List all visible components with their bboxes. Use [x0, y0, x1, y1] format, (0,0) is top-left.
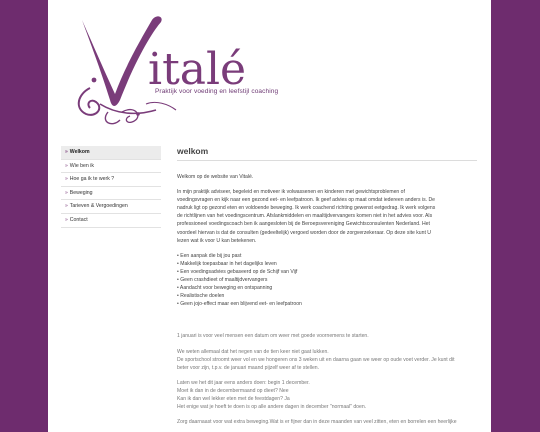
nav-item-welkom[interactable]: » Welkom — [61, 146, 161, 160]
nav-bullet-icon: » — [65, 203, 68, 210]
paragraph-line: voordeel hiervan is dat de consulten (ge… — [177, 229, 431, 236]
paragraph-line: We weten allemaal dat het negen van de t… — [177, 348, 329, 355]
nav-item-label: Wie ben ik — [69, 162, 94, 169]
list-item: • Makkelijk toepasbaar in het dagelijks … — [177, 260, 277, 267]
nav-bullet-icon: » — [65, 216, 68, 223]
nav-item-label: Hoe ga ik te werk ? — [69, 176, 115, 183]
nav-item-tarieven[interactable]: » Tarieven & Vergoedingen — [61, 200, 161, 214]
nav-item-label: Welkom — [69, 149, 90, 155]
paragraph-line: De sportschool stroomt weer vol en we ho… — [177, 356, 455, 363]
nav-item-label: Contact — [69, 216, 88, 223]
list-item: • Realistische doelen — [177, 293, 225, 300]
paragraph-line: lezen wat ik voor U kan betekenen. — [177, 237, 257, 244]
list-item: • Geen jojo-effect maar een blijvend eet… — [177, 301, 302, 308]
paragraph-line: Zorg daarnaast voor wat extra beweging.W… — [177, 419, 457, 426]
paragraph-line: voedingsvragen en kijk naar een gezond e… — [177, 197, 435, 204]
paragraph-line: Kan ik dan wel lekker eten met de feestd… — [177, 395, 290, 402]
logo-tagline: Praktijk voor voeding en leefstijl coach… — [155, 88, 279, 95]
header: italé Praktijk voor voeding en leefstijl… — [48, 0, 491, 140]
paragraph-line: 1 januari is voor veel mensen een datum … — [177, 333, 369, 340]
paragraph-line: Moet ik dan in de decembermaand op dieet… — [177, 387, 289, 394]
paragraph-line: beter voor zijn, t.p.v. de januari maand… — [177, 364, 320, 371]
nav-bullet-icon: » — [65, 176, 68, 183]
paragraph-line: In mijn praktijk adviseer, begeleid en m… — [177, 189, 405, 196]
paragraph-line: Laten we het dit jaar eens anders doen: … — [177, 379, 310, 386]
vitale-logo[interactable]: italé — [60, 8, 280, 128]
paragraph-line: de richtlijnen van het voedingscentrum. … — [177, 213, 433, 220]
nav-bullet-icon: » — [65, 149, 68, 155]
nav-item-contact[interactable]: » Contact — [61, 214, 161, 228]
paragraph-line: nadruk ligt op gezond eten en voldoende … — [177, 205, 436, 212]
nav-item-wie-ben-ik[interactable]: » Wie ben ik — [61, 160, 161, 174]
paragraph-line: professioneel voedingscoach ben ik aange… — [177, 221, 430, 228]
nav-item-label: Tarieven & Vergoedingen — [69, 203, 128, 210]
nav-item-label: Beweging — [69, 189, 93, 196]
list-item: • Een aanpak die bij jou past — [177, 252, 242, 259]
page-title: welkom — [177, 146, 477, 161]
paragraph-line: Het enige wat je hoeft te doen is op all… — [177, 404, 367, 411]
page-container: italé Praktijk voor voeding en leefstijl… — [48, 0, 491, 432]
nav-bullet-icon: » — [65, 189, 68, 196]
list-item: • Aandacht voor beweging en ontspanning — [177, 285, 273, 292]
list-item: • Een voedingsadvies gebaseerd op de Sch… — [177, 268, 298, 275]
main-content: welkom Welkom op de website van Vitalé. … — [177, 146, 477, 426]
intro-text: Welkom op de website van Vitalé. — [177, 174, 254, 180]
nav-bullet-icon: » — [65, 162, 68, 169]
nav-item-hoe-ga-ik-te-werk[interactable]: » Hoe ga ik te werk ? — [61, 173, 161, 187]
nav-item-beweging[interactable]: » Beweging — [61, 187, 161, 201]
sidebar-nav: » Welkom » Wie ben ik » Hoe ga ik te werk ?… — [61, 146, 161, 228]
list-item: • Geen crashdieet of maaltijdvervangers — [177, 277, 268, 284]
